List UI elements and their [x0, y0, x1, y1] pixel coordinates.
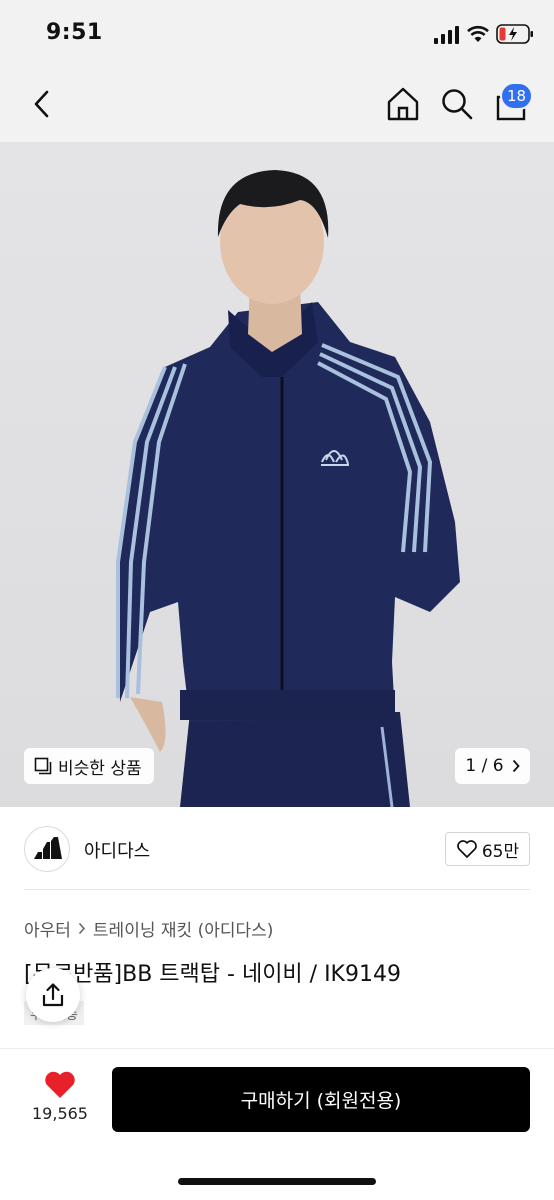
similar-items-icon [34, 757, 52, 775]
page-indicator-text: 1 / 6 [465, 756, 504, 776]
wifi-icon [467, 25, 489, 42]
brand-logo[interactable] [24, 826, 70, 872]
signal-icon [434, 26, 459, 44]
clock: 9:51 [46, 20, 103, 45]
home-icon[interactable] [386, 86, 420, 122]
breadcrumb: 아우터 트레이닝 재킷 (아디다스) [24, 916, 273, 941]
similar-products-label: 비슷한 상품 [58, 758, 142, 779]
status-bar: 9:51 [0, 0, 554, 70]
similar-products-button[interactable]: 비슷한 상품 [24, 748, 154, 784]
brand-name[interactable]: 아디다스 [84, 837, 150, 863]
cart-count-badge: 18 [500, 82, 534, 110]
heart-filled-icon [45, 1071, 75, 1098]
wishlist-button[interactable]: 19,565 [24, 1070, 96, 1123]
brand-row: 아디다스 65만 [24, 826, 530, 872]
battery-icon [496, 24, 533, 44]
product-image-gallery[interactable] [0, 142, 554, 807]
image-page-indicator[interactable]: 1 / 6 [455, 748, 530, 784]
share-button[interactable] [26, 968, 80, 1022]
chevron-right-icon [78, 922, 85, 935]
brand-like-button[interactable]: 65만 [445, 832, 530, 866]
product-photo [0, 142, 554, 807]
wishlist-count: 19,565 [32, 1104, 88, 1123]
back-arrow-icon[interactable] [28, 86, 56, 122]
chevron-right-icon [512, 759, 520, 773]
brand-like-count: 65만 [481, 841, 520, 862]
adidas-logo-icon [34, 837, 62, 859]
search-icon[interactable] [440, 87, 474, 121]
home-indicator [178, 1178, 376, 1185]
share-icon [42, 983, 64, 1007]
breadcrumb-subcategory[interactable]: 트레이닝 재킷 (아디다스) [93, 916, 273, 941]
product-title: [무료반품]BB 트랙탑 - 네이비 / IK9149 [24, 962, 401, 987]
divider [24, 889, 530, 890]
breadcrumb-category[interactable]: 아우터 [24, 916, 71, 941]
top-nav-bar: 18 [0, 70, 554, 142]
heart-outline-icon [457, 840, 477, 858]
buy-button[interactable]: 구매하기 (회원전용) [112, 1067, 530, 1132]
